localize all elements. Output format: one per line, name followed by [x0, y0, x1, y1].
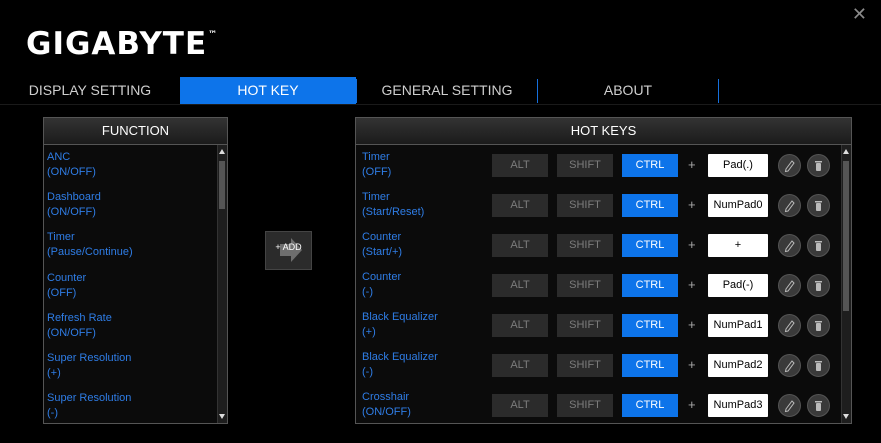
hotkey-function-label: Black Equalizer (-): [362, 351, 438, 378]
edit-icon[interactable]: [778, 194, 801, 217]
scroll-thumb[interactable]: [219, 161, 225, 209]
ctrl-key-toggle[interactable]: CTRL: [622, 234, 678, 257]
shift-key-toggle[interactable]: SHIFT: [557, 194, 613, 217]
hotkey-function-label: Counter (-): [362, 271, 402, 298]
alt-key-toggle[interactable]: ALT: [492, 394, 548, 417]
trash-icon[interactable]: [807, 354, 830, 377]
alt-key-toggle[interactable]: ALT: [492, 354, 548, 377]
ctrl-key-toggle[interactable]: CTRL: [622, 154, 678, 177]
hotkeys-panel-title: HOT KEYS: [356, 118, 851, 145]
function-item-super-resolution-plus[interactable]: Super Resolution (+): [47, 351, 131, 381]
ctrl-key-toggle[interactable]: CTRL: [622, 394, 678, 417]
function-item-counter[interactable]: Counter (OFF): [47, 271, 86, 301]
scroll-down-icon[interactable]: [219, 414, 225, 419]
plus-sign: +: [688, 317, 696, 332]
tab-divider: [718, 79, 719, 103]
hotkeys-list: Timer (OFF) ALT SHIFT CTRL + Pad(.) Timer (Start…: [356, 145, 841, 423]
hotkey-function-label: Timer (OFF): [362, 151, 392, 178]
close-icon[interactable]: ✕: [852, 4, 867, 25]
tab-bar: DISPLAY SETTING HOT KEY GENERAL SETTING …: [0, 77, 881, 105]
ctrl-key-toggle[interactable]: CTRL: [622, 194, 678, 217]
edit-icon[interactable]: [778, 154, 801, 177]
hotkey-key-field[interactable]: NumPad2: [708, 354, 768, 377]
tab-general-setting[interactable]: GENERAL SETTING: [357, 77, 537, 104]
edit-icon[interactable]: [778, 394, 801, 417]
tab-hot-key[interactable]: HOT KEY: [180, 77, 356, 104]
trash-icon[interactable]: [807, 154, 830, 177]
scroll-down-icon[interactable]: [843, 414, 849, 419]
plus-sign: +: [688, 277, 696, 292]
alt-key-toggle[interactable]: ALT: [492, 154, 548, 177]
shift-key-toggle[interactable]: SHIFT: [557, 394, 613, 417]
ctrl-key-toggle[interactable]: CTRL: [622, 314, 678, 337]
hotkey-row: Timer (OFF) ALT SHIFT CTRL + Pad(.): [356, 151, 841, 194]
trash-icon[interactable]: [807, 234, 830, 257]
trash-icon[interactable]: [807, 394, 830, 417]
function-list: ANC (ON/OFF) Dashboard (ON/OFF) Timer (Paus…: [44, 145, 217, 423]
tab-display-setting[interactable]: DISPLAY SETTING: [0, 77, 180, 104]
shift-key-toggle[interactable]: SHIFT: [557, 234, 613, 257]
hotkey-row: Black Equalizer (+) ALT SHIFT CTRL + NumPad1: [356, 311, 841, 354]
function-panel: FUNCTION ANC (ON/OFF) Dashboard (ON/OFF) T…: [43, 117, 228, 424]
ctrl-key-toggle[interactable]: CTRL: [622, 354, 678, 377]
hotkey-key-field[interactable]: Pad(.): [708, 154, 768, 177]
plus-sign: +: [688, 357, 696, 372]
hotkey-key-field[interactable]: NumPad3: [708, 394, 768, 417]
hotkey-function-label: Counter (Start/+): [362, 231, 403, 258]
scroll-thumb[interactable]: [843, 161, 849, 311]
function-item-super-resolution-minus[interactable]: Super Resolution (-): [47, 391, 131, 421]
shift-key-toggle[interactable]: SHIFT: [557, 154, 613, 177]
function-item-anc[interactable]: ANC (ON/OFF): [47, 150, 96, 180]
plus-sign: +: [688, 237, 696, 252]
hotkey-row: Timer (Start/Reset) ALT SHIFT CTRL + NumPad0: [356, 191, 841, 234]
trash-icon[interactable]: [807, 194, 830, 217]
shift-key-toggle[interactable]: SHIFT: [557, 314, 613, 337]
scroll-up-icon[interactable]: [843, 149, 849, 154]
function-panel-title: FUNCTION: [44, 118, 227, 145]
hotkey-key-field[interactable]: NumPad1: [708, 314, 768, 337]
tab-about[interactable]: ABOUT: [538, 77, 718, 104]
add-button-label: + ADD: [275, 242, 302, 252]
plus-sign: +: [688, 157, 696, 172]
function-item-timer[interactable]: Timer (Pause/Continue): [47, 230, 133, 260]
hotkey-key-field[interactable]: NumPad0: [708, 194, 768, 217]
hotkey-row: Crosshair (ON/OFF) ALT SHIFT CTRL + NumPad3: [356, 391, 841, 423]
hotkey-function-label: Timer (Start/Reset): [362, 191, 425, 218]
hotkey-row: Counter (-) ALT SHIFT CTRL + Pad(-): [356, 271, 841, 314]
function-scrollbar[interactable]: [217, 145, 227, 423]
trash-icon[interactable]: [807, 274, 830, 297]
hotkeys-panel: HOT KEYS Timer (OFF) ALT SHIFT CTRL + Pad(.) Ti…: [355, 117, 852, 424]
hotkey-row: Counter (Start/+) ALT SHIFT CTRL + +: [356, 231, 841, 274]
hotkey-row: Black Equalizer (-) ALT SHIFT CTRL + NumPad2: [356, 351, 841, 394]
edit-icon[interactable]: [778, 274, 801, 297]
hotkey-key-field[interactable]: +: [708, 234, 768, 257]
add-button[interactable]: + ADD: [265, 231, 312, 270]
hotkey-function-label: Crosshair (ON/OFF): [362, 391, 411, 418]
ctrl-key-toggle[interactable]: CTRL: [622, 274, 678, 297]
trash-icon[interactable]: [807, 314, 830, 337]
function-item-refresh-rate[interactable]: Refresh Rate (ON/OFF): [47, 311, 112, 341]
plus-sign: +: [688, 397, 696, 412]
edit-icon[interactable]: [778, 314, 801, 337]
hotkey-key-field[interactable]: Pad(-): [708, 274, 768, 297]
shift-key-toggle[interactable]: SHIFT: [557, 354, 613, 377]
hotkey-function-label: Black Equalizer (+): [362, 311, 438, 338]
shift-key-toggle[interactable]: SHIFT: [557, 274, 613, 297]
scroll-up-icon[interactable]: [219, 149, 225, 154]
alt-key-toggle[interactable]: ALT: [492, 314, 548, 337]
gigabyte-logo: GIGABYTE™: [26, 26, 219, 62]
function-item-dashboard[interactable]: Dashboard (ON/OFF): [47, 190, 101, 220]
edit-icon[interactable]: [778, 354, 801, 377]
edit-icon[interactable]: [778, 234, 801, 257]
plus-sign: +: [688, 197, 696, 212]
alt-key-toggle[interactable]: ALT: [492, 194, 548, 217]
hotkeys-scrollbar[interactable]: [841, 145, 851, 423]
alt-key-toggle[interactable]: ALT: [492, 234, 548, 257]
alt-key-toggle[interactable]: ALT: [492, 274, 548, 297]
